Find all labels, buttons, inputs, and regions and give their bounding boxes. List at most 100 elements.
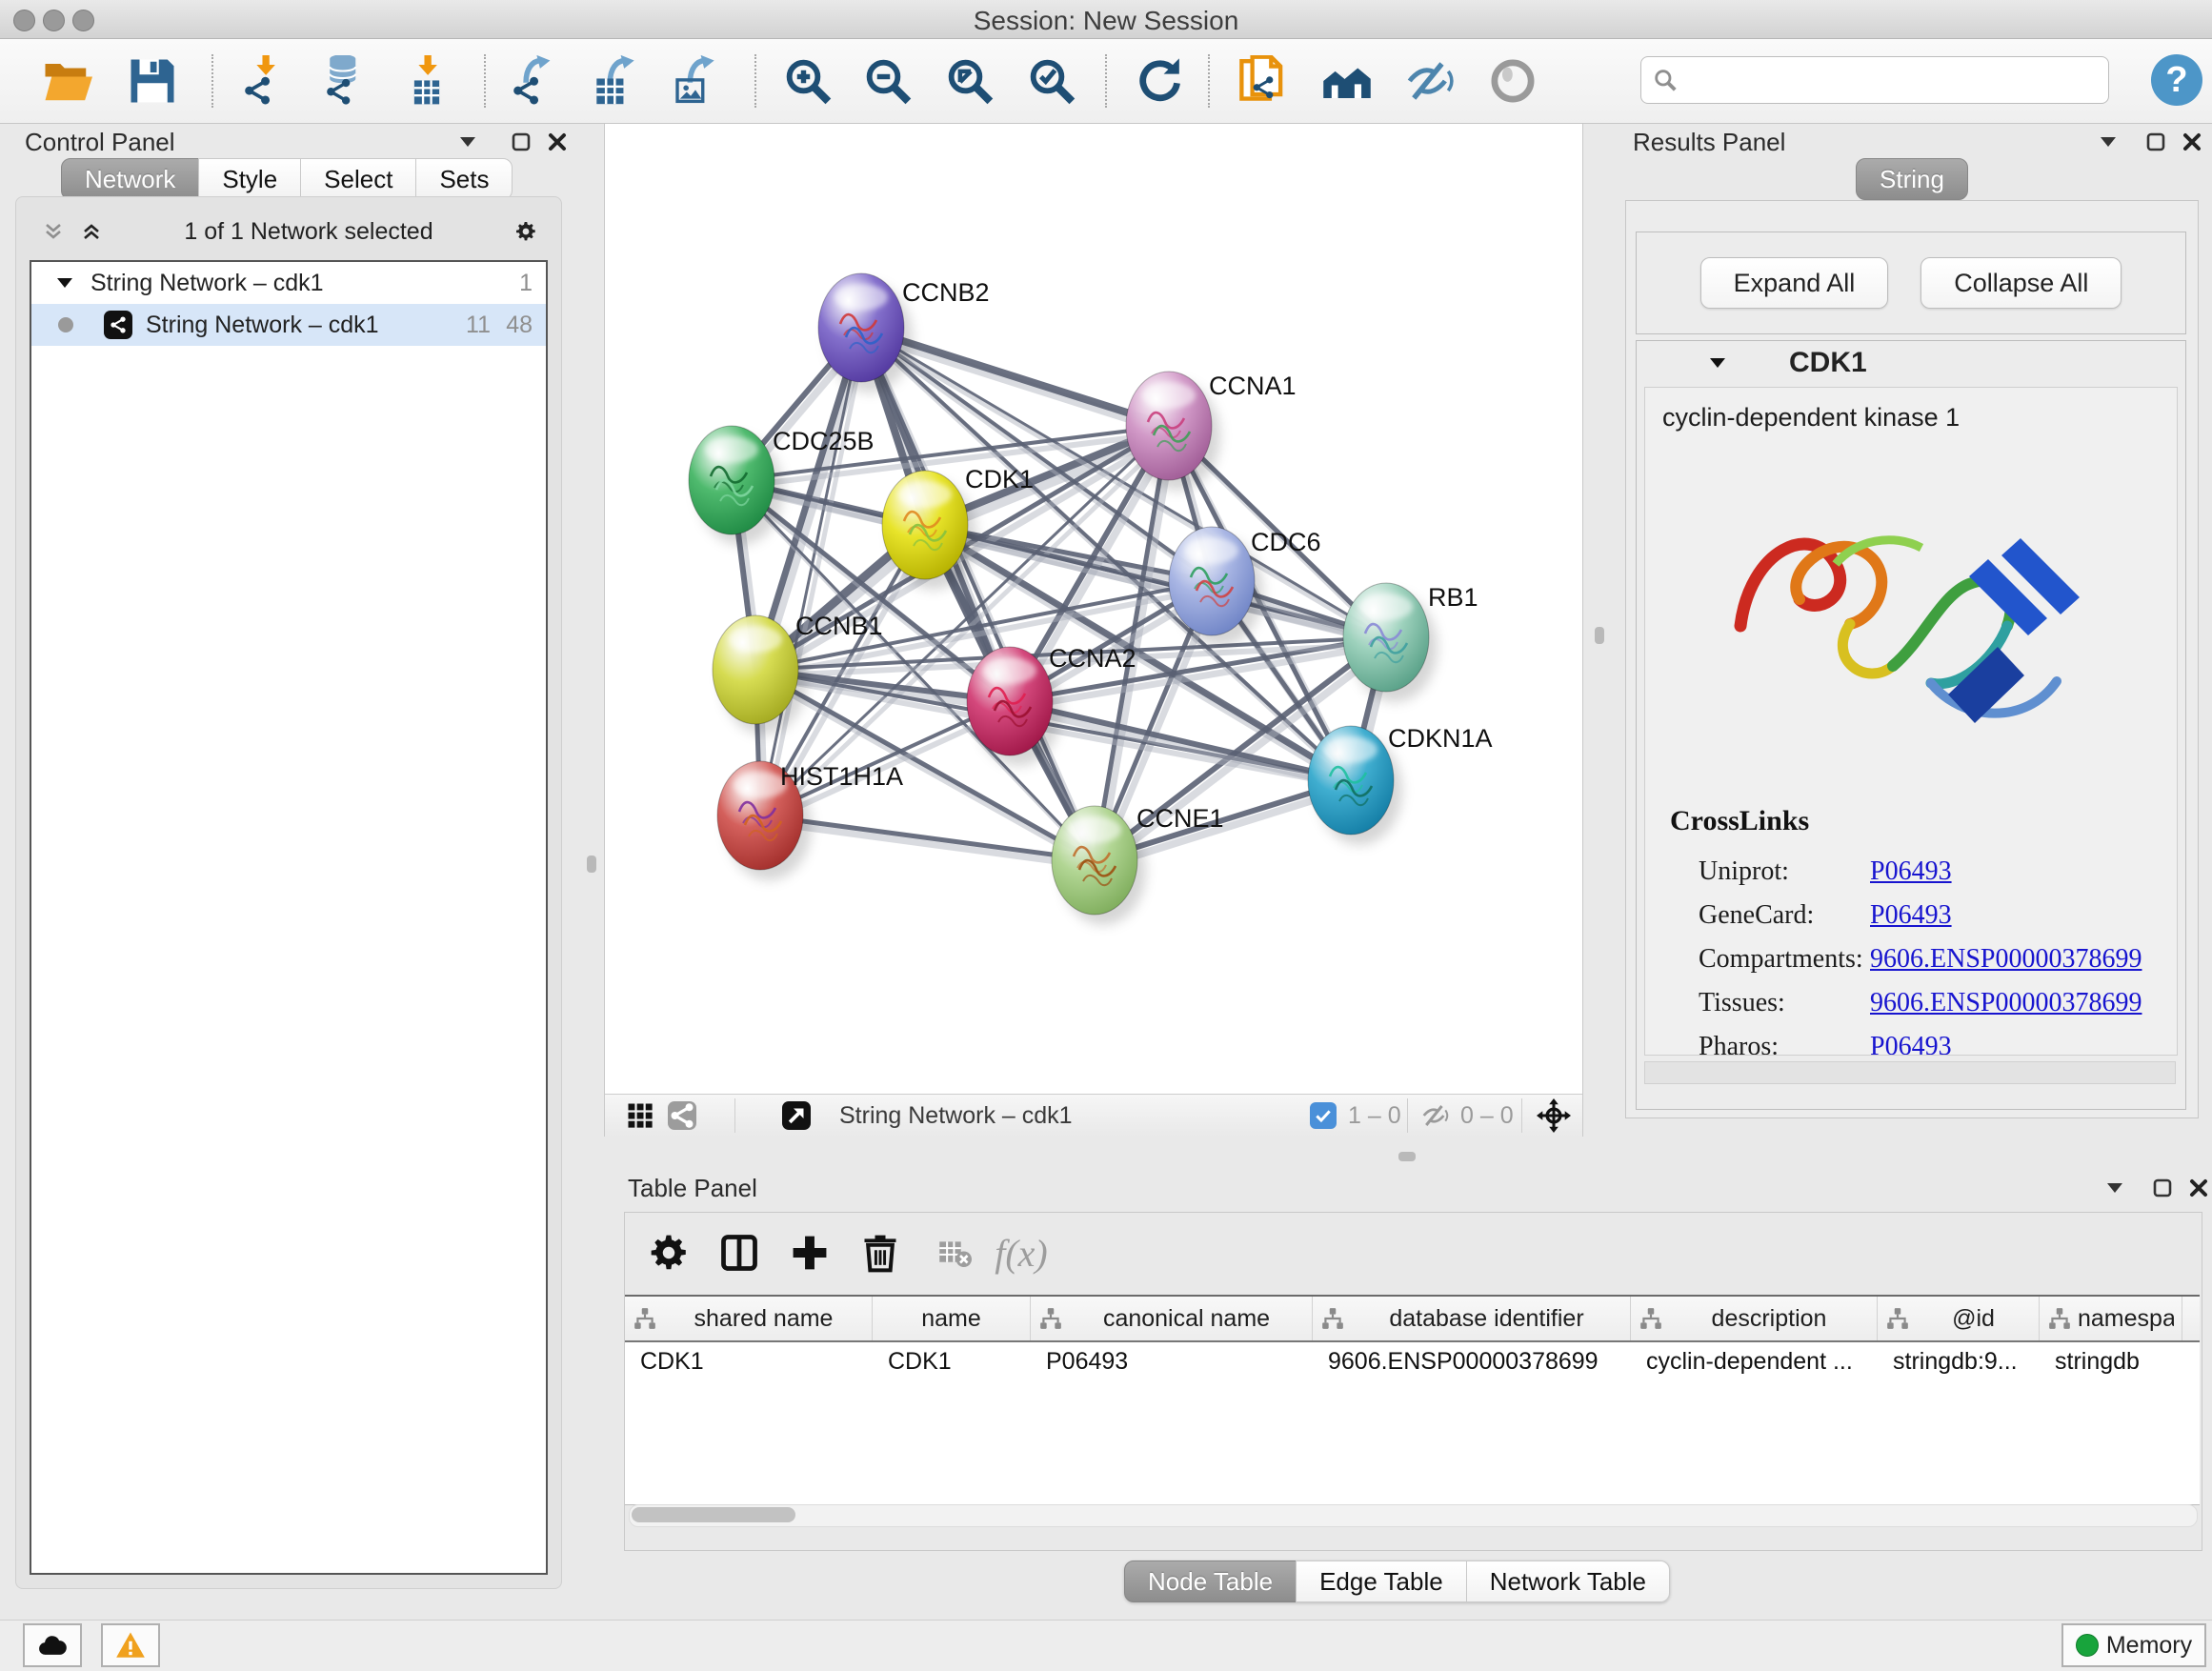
refresh-view-button[interactable]: [1132, 52, 1189, 110]
import-table-button[interactable]: [398, 52, 455, 110]
tab-network[interactable]: Network: [61, 158, 199, 200]
table-cell[interactable]: stringdb:9...: [1878, 1342, 2040, 1384]
tab-node-table[interactable]: Node Table: [1124, 1560, 1297, 1602]
collapse-all-icon[interactable]: [39, 217, 68, 246]
network-overview-share-icon[interactable]: [668, 1100, 696, 1131]
expand-all-button[interactable]: Expand All: [1700, 257, 1889, 309]
selected-checkbox[interactable]: [1310, 1100, 1337, 1131]
table-cell[interactable]: P06493: [1031, 1342, 1313, 1384]
results-float-icon[interactable]: [2142, 128, 2170, 156]
tab-string[interactable]: String: [1856, 158, 1968, 200]
column-header-name[interactable]: name: [873, 1297, 1031, 1340]
network-snapshot-button[interactable]: [1235, 52, 1292, 110]
left-splitter-handle[interactable]: [587, 856, 596, 873]
network-options-gear-icon[interactable]: [512, 217, 540, 246]
zoom-out-button[interactable]: [859, 52, 916, 110]
column-header-description[interactable]: description: [1631, 1297, 1878, 1340]
crosslink-value-link[interactable]: P06493: [1870, 900, 1952, 944]
crosslink-value-link[interactable]: P06493: [1870, 1032, 1952, 1056]
hidden-eye-slash-icon[interactable]: [1420, 1100, 1449, 1131]
memory-label: Memory: [2106, 1632, 2192, 1660]
zoom-fit-button[interactable]: [941, 52, 998, 110]
results-scrollbar[interactable]: [1644, 1061, 2176, 1084]
show-all-button[interactable]: [1318, 52, 1376, 110]
houses-icon: [1321, 55, 1373, 107]
show-columns-button[interactable]: [713, 1226, 766, 1279]
panel-menu-icon[interactable]: [453, 128, 482, 156]
network-node-RB1[interactable]: [1343, 583, 1438, 702]
tab-select[interactable]: Select: [300, 158, 416, 200]
table-float-icon[interactable]: [2148, 1174, 2177, 1202]
fit-content-crosshair-button[interactable]: [1537, 1100, 1571, 1131]
section-expander-icon[interactable]: [1703, 349, 1732, 377]
hide-selected-button[interactable]: [1400, 52, 1458, 110]
panel-float-icon[interactable]: [507, 128, 535, 156]
tab-style[interactable]: Style: [198, 158, 301, 200]
collapse-all-button[interactable]: Collapse All: [1920, 257, 2122, 309]
show-selected-button[interactable]: [1484, 52, 1541, 110]
network-selection-status: 1 of 1 Network selected: [106, 218, 512, 246]
right-splitter-handle[interactable]: [1595, 627, 1604, 644]
table-cell[interactable]: CDK1: [625, 1342, 873, 1384]
bottom-splitter-handle[interactable]: [1398, 1152, 1416, 1161]
delete-table-button[interactable]: [928, 1226, 981, 1279]
export-network-button[interactable]: [505, 52, 562, 110]
detach-view-button[interactable]: [782, 1100, 811, 1131]
table-cell[interactable]: CDK1: [873, 1342, 1031, 1384]
crosslink-row: Pharos:P06493: [1699, 1032, 2165, 1056]
table-scrollbar-thumb[interactable]: [632, 1507, 795, 1522]
crosslink-value-link[interactable]: 9606.ENSP00000378699: [1870, 988, 2142, 1032]
results-close-icon[interactable]: [2178, 128, 2206, 156]
table-row[interactable]: CDK1CDK1P064939606.ENSP00000378699cyclin…: [625, 1342, 2200, 1384]
memory-button[interactable]: Memory: [2061, 1623, 2206, 1667]
column-header-shared-name[interactable]: shared name: [625, 1297, 873, 1340]
network-canvas[interactable]: CCNB2CCNA1CDC25BCDK1CDC6RB1CCNB1CCNA2CDK…: [604, 124, 1583, 1094]
result-node-name: CDK1: [1789, 347, 1867, 379]
warnings-button[interactable]: [101, 1623, 160, 1667]
tab-edge-table[interactable]: Edge Table: [1296, 1560, 1467, 1602]
import-network-from-database-button[interactable]: [316, 52, 373, 110]
tab-sets[interactable]: Sets: [415, 158, 513, 200]
table-close-icon[interactable]: [2184, 1174, 2212, 1202]
export-table-button[interactable]: [587, 52, 644, 110]
crosslink-value-link[interactable]: P06493: [1870, 856, 1952, 900]
delete-column-button[interactable]: [854, 1226, 907, 1279]
expand-all-icon[interactable]: [77, 217, 106, 246]
table-scrollbar[interactable]: [629, 1504, 2198, 1527]
birds-eye-view-button[interactable]: [626, 1100, 654, 1131]
cloud-status-button[interactable]: [23, 1623, 82, 1667]
column-header-database-identifier[interactable]: database identifier: [1313, 1297, 1631, 1340]
crosslink-value-link[interactable]: 9606.ENSP00000378699: [1870, 944, 2142, 988]
export-image-button[interactable]: [667, 52, 724, 110]
selected-count: 1 – 0: [1348, 1100, 1401, 1131]
network-node-CCNA2[interactable]: [967, 647, 1061, 766]
zoom-selected-button[interactable]: [1023, 52, 1080, 110]
column-header-namespace[interactable]: namespace: [2040, 1297, 2182, 1340]
open-session-button[interactable]: [38, 52, 95, 110]
table-options-gear-button[interactable]: [642, 1226, 695, 1279]
table-menu-icon[interactable]: [2101, 1174, 2129, 1202]
results-menu-icon[interactable]: [2094, 128, 2122, 156]
tree-expander-icon[interactable]: [52, 269, 77, 297]
table-cell[interactable]: stringdb: [2040, 1342, 2182, 1384]
node-result-header[interactable]: CDK1: [1637, 341, 2185, 385]
cytoscape-window: Session: New Session ? Control Panel: [0, 0, 2212, 1671]
save-session-button[interactable]: [124, 52, 181, 110]
help-button[interactable]: ?: [2151, 54, 2202, 106]
tab-network-table[interactable]: Network Table: [1466, 1560, 1670, 1602]
function-builder-button[interactable]: f(x): [995, 1226, 1048, 1279]
crosslink-label: Uniprot:: [1699, 856, 1870, 900]
table-cell[interactable]: 9606.ENSP00000378699: [1313, 1342, 1631, 1384]
add-column-button[interactable]: [783, 1226, 836, 1279]
zoom-in-button[interactable]: [779, 52, 836, 110]
table-cell[interactable]: cyclin-dependent ...: [1631, 1342, 1878, 1384]
search-input[interactable]: [1685, 66, 2097, 95]
column-header-@id[interactable]: @id: [1878, 1297, 2040, 1340]
network-collection-row[interactable]: String Network – cdk1 1: [31, 262, 546, 304]
column-header-canonical-name[interactable]: canonical name: [1031, 1297, 1313, 1340]
import-network-button[interactable]: [236, 52, 293, 110]
panel-close-icon[interactable]: [543, 128, 572, 156]
network-row-selected[interactable]: String Network – cdk1 11 48: [31, 304, 546, 346]
search-field[interactable]: [1640, 56, 2109, 104]
network-node-CCNE1[interactable]: [1052, 806, 1146, 925]
